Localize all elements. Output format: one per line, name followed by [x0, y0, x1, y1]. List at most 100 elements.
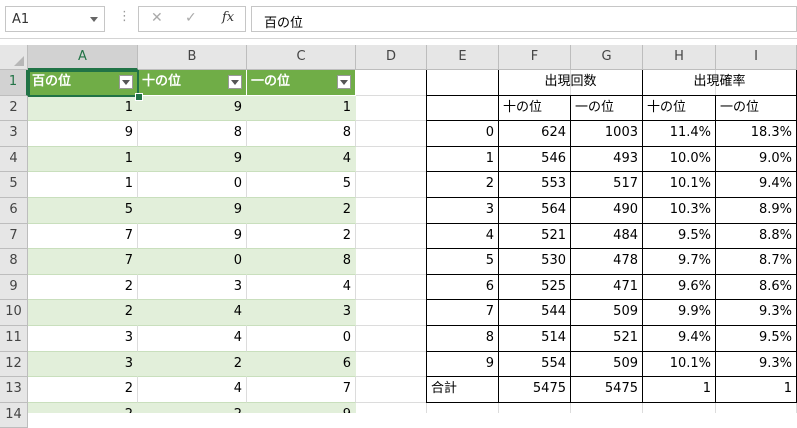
- drag-handle-icon[interactable]: ⋮: [118, 9, 131, 24]
- table-cell[interactable]: 8.9%: [716, 198, 797, 224]
- table-cell[interactable]: 7: [28, 223, 138, 250]
- table-cell[interactable]: 7: [427, 300, 499, 326]
- table-cell[interactable]: 490: [571, 198, 643, 224]
- table-cell[interactable]: 7: [28, 249, 138, 275]
- table-cell[interactable]: 9.3%: [716, 300, 797, 326]
- grid-cell[interactable]: [356, 300, 427, 326]
- table-cell[interactable]: 484: [571, 223, 643, 250]
- table-corner-blank[interactable]: [427, 70, 499, 96]
- table-cell[interactable]: 2: [28, 377, 138, 403]
- row-header-13[interactable]: 13: [0, 377, 28, 403]
- table-cell[interactable]: 9.4%: [716, 172, 797, 198]
- table-cell[interactable]: 0: [138, 172, 247, 198]
- table-corner-blank[interactable]: [427, 95, 499, 122]
- row-header-14[interactable]: 14: [0, 402, 28, 428]
- table-cell[interactable]: 514: [499, 326, 571, 352]
- table-cell[interactable]: 4: [138, 326, 247, 352]
- table-cell[interactable]: 509: [571, 351, 643, 378]
- row-header-10[interactable]: 10: [0, 300, 28, 326]
- table-cell[interactable]: 525: [499, 274, 571, 301]
- total-cell[interactable]: 5475: [499, 377, 571, 403]
- total-cell[interactable]: 1: [643, 377, 716, 403]
- table-cell[interactable]: 5: [28, 198, 138, 224]
- table-cell[interactable]: 530: [499, 249, 571, 275]
- table-cell[interactable]: 6: [247, 351, 356, 378]
- table-cell[interactable]: 9: [138, 198, 247, 224]
- table-cell[interactable]: 7: [247, 377, 356, 403]
- grid-cell[interactable]: [716, 402, 797, 413]
- table-cell[interactable]: 9: [138, 223, 247, 250]
- row-header-4[interactable]: 4: [0, 146, 28, 173]
- table-cell[interactable]: 1: [28, 146, 138, 173]
- column-header-e[interactable]: E: [427, 45, 499, 70]
- grid-cell[interactable]: [643, 402, 716, 413]
- column-header-i[interactable]: I: [716, 45, 797, 70]
- filter-dropdown-icon[interactable]: [119, 75, 133, 89]
- row-header-1[interactable]: 1: [0, 70, 28, 96]
- table-cell[interactable]: 3: [247, 300, 356, 326]
- table-cell[interactable]: 8: [138, 121, 247, 147]
- column-header-b[interactable]: B: [138, 45, 247, 70]
- table-cell[interactable]: 10.1%: [643, 172, 716, 198]
- table-cell[interactable]: 9: [28, 121, 138, 147]
- grid-cell[interactable]: [356, 198, 427, 224]
- table-cell[interactable]: 3: [28, 326, 138, 352]
- table-cell[interactable]: 9: [138, 146, 247, 173]
- table-cell[interactable]: 9.6%: [643, 274, 716, 301]
- formula-input[interactable]: 百の位: [251, 6, 797, 32]
- column-header-h[interactable]: H: [643, 45, 716, 70]
- grid-cell[interactable]: [499, 402, 571, 413]
- grid-cell[interactable]: [356, 146, 427, 173]
- table-cell[interactable]: 517: [571, 172, 643, 198]
- subheader-cell[interactable]: 十の位: [499, 95, 571, 122]
- total-cell[interactable]: 1: [716, 377, 797, 403]
- row-header-3[interactable]: 3: [0, 121, 28, 147]
- table-cell[interactable]: 1: [28, 172, 138, 198]
- table-cell[interactable]: 9.4%: [643, 326, 716, 352]
- chevron-down-icon[interactable]: [90, 17, 98, 22]
- row-header-7[interactable]: 7: [0, 223, 28, 250]
- grid-cell[interactable]: [571, 402, 643, 413]
- table-cell[interactable]: 4: [138, 300, 247, 326]
- table-cell[interactable]: 2: [28, 300, 138, 326]
- table-cell[interactable]: 1: [247, 95, 356, 122]
- table-cell[interactable]: 2: [138, 351, 247, 378]
- table-cell[interactable]: 3: [28, 351, 138, 378]
- table-header-1[interactable]: 百の位: [28, 70, 138, 96]
- enter-icon[interactable]: ✓: [185, 10, 197, 26]
- table-cell[interactable]: 521: [571, 326, 643, 352]
- group-header-count[interactable]: 出現回数: [499, 70, 643, 96]
- grid-cell[interactable]: [356, 95, 427, 122]
- row-header-11[interactable]: 11: [0, 326, 28, 352]
- column-header-c[interactable]: C: [247, 45, 356, 70]
- table-cell[interactable]: 1: [427, 146, 499, 173]
- table-cell[interactable]: 18.3%: [716, 121, 797, 147]
- insert-function-icon[interactable]: fx: [222, 10, 234, 25]
- subheader-cell[interactable]: 一の位: [571, 95, 643, 122]
- row-header-9[interactable]: 9: [0, 274, 28, 301]
- table-cell[interactable]: 9.3%: [716, 351, 797, 378]
- table-cell[interactable]: 8.8%: [716, 223, 797, 250]
- table-cell[interactable]: 4: [247, 146, 356, 173]
- table-cell[interactable]: 2: [427, 172, 499, 198]
- table-cell[interactable]: 8: [247, 249, 356, 275]
- table-cell[interactable]: 9.5%: [716, 326, 797, 352]
- table-cell[interactable]: 1: [28, 95, 138, 122]
- worksheet-grid[interactable]: 百の位 十の位 一の位 1 9 1 9 8 8 1 9 4 1 0 5 5 9 2 7 9 2 7 0 8 2 3 4 2 4 3 3 4 0 3…: [28, 70, 797, 413]
- row-header-12[interactable]: 12: [0, 351, 28, 378]
- table-cell[interactable]: 0: [427, 121, 499, 147]
- table-cell[interactable]: 9.9%: [643, 300, 716, 326]
- row-header-6[interactable]: 6: [0, 198, 28, 224]
- table-cell[interactable]: 5: [427, 249, 499, 275]
- total-cell[interactable]: 5475: [571, 377, 643, 403]
- table-cell[interactable]: 10.1%: [643, 351, 716, 378]
- table-cell[interactable]: 478: [571, 249, 643, 275]
- table-cell[interactable]: 4: [427, 223, 499, 250]
- name-box[interactable]: A1: [5, 6, 105, 32]
- grid-cell[interactable]: [356, 70, 427, 96]
- grid-cell[interactable]: [427, 402, 499, 413]
- table-cell[interactable]: 471: [571, 274, 643, 301]
- grid-cell[interactable]: [356, 351, 427, 378]
- table-cell[interactable]: 9: [427, 351, 499, 378]
- total-cell[interactable]: 合計: [427, 377, 499, 403]
